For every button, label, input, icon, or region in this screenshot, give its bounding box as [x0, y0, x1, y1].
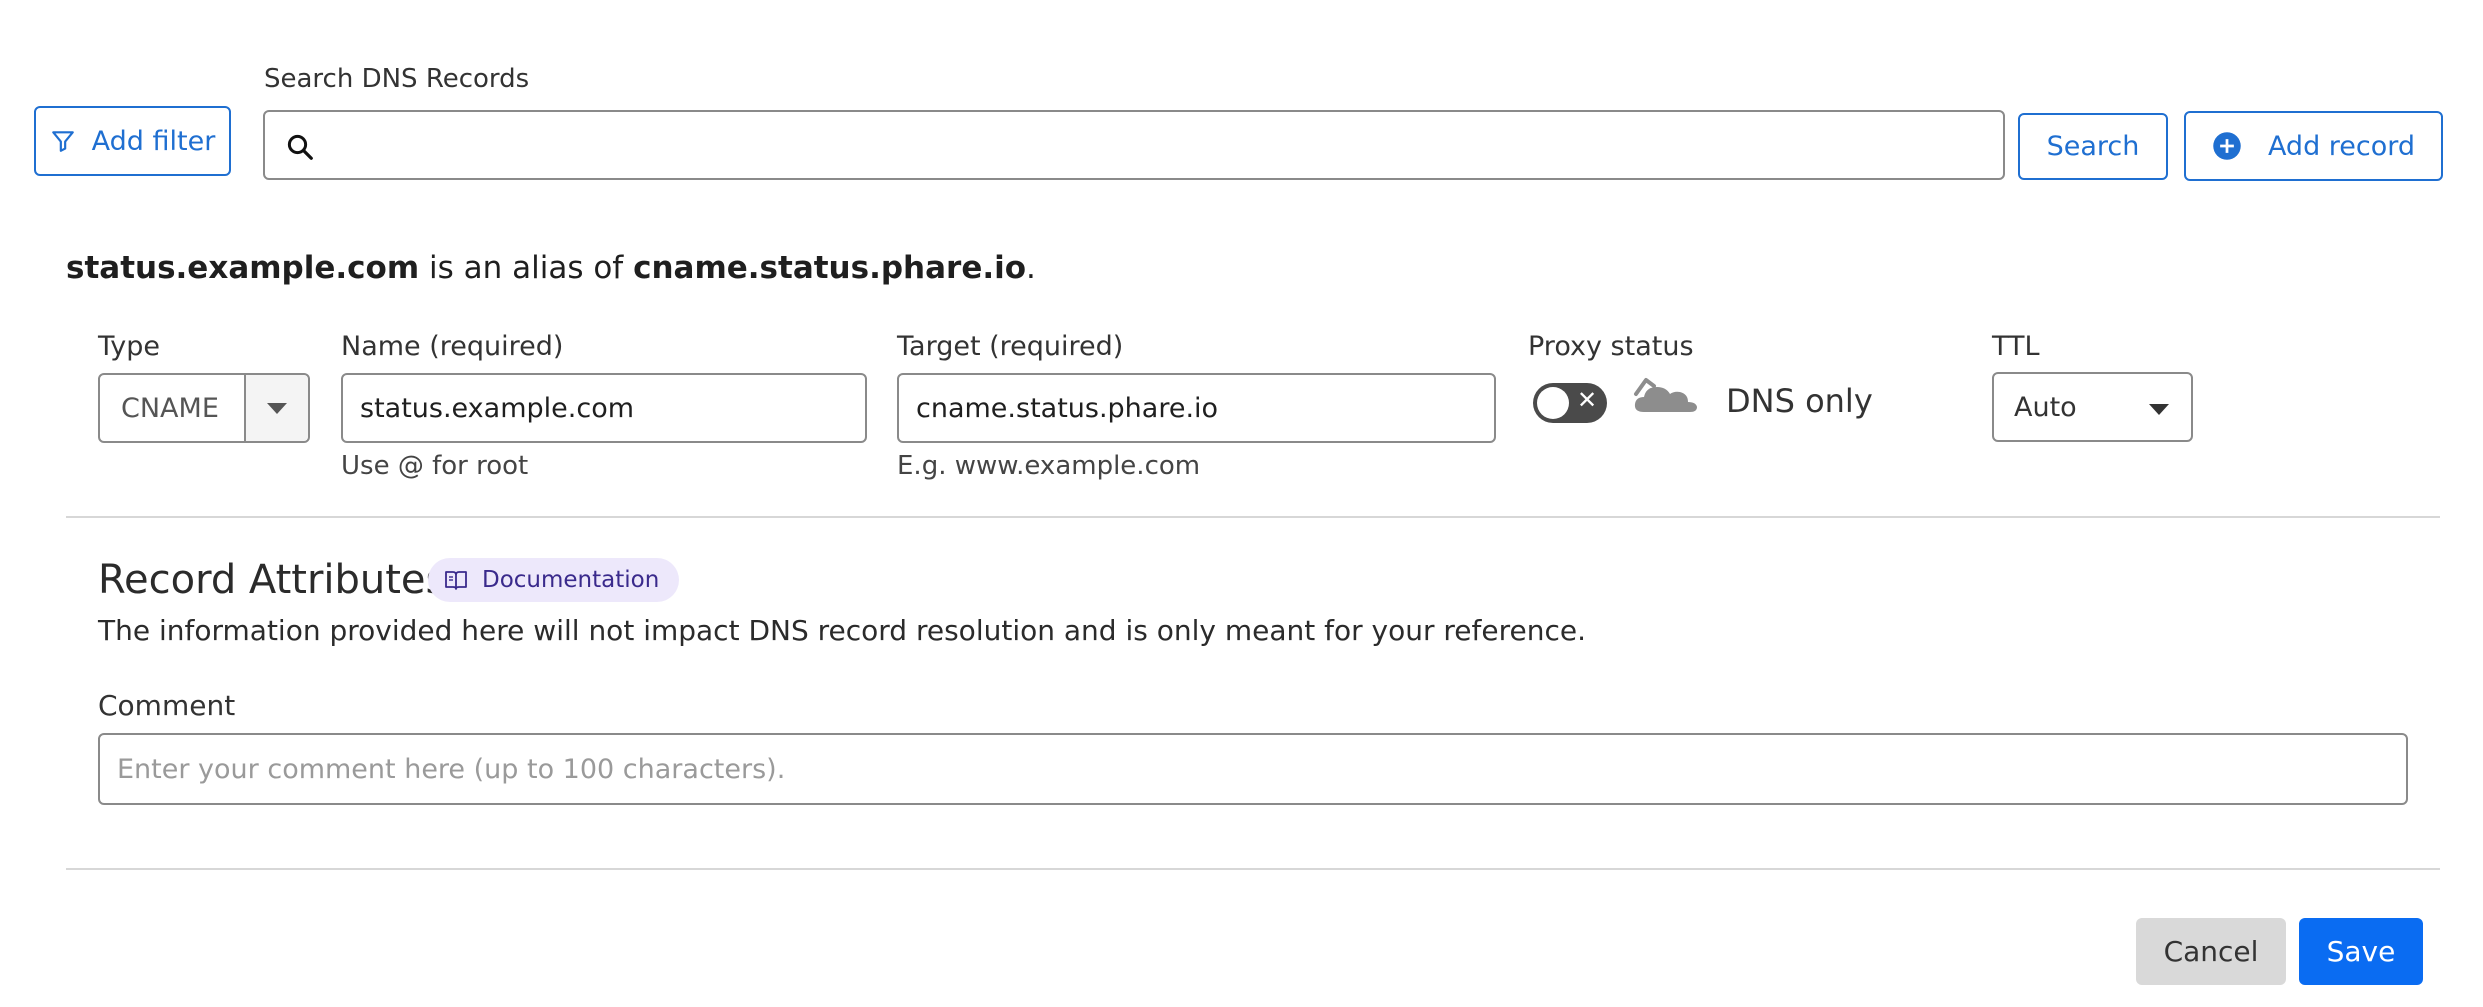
comment-label: Comment [98, 689, 236, 722]
target-hint: E.g. www.example.com [897, 451, 1201, 481]
target-field-wrapper[interactable] [897, 373, 1496, 443]
divider [66, 868, 2440, 870]
alias-end: . [1026, 250, 1036, 286]
filter-icon [51, 131, 74, 152]
documentation-label: Documentation [482, 567, 660, 593]
add-record-label: Add record [2267, 130, 2416, 162]
book-icon [445, 571, 467, 590]
section-title: Record Attributes [98, 557, 447, 603]
target-field[interactable] [899, 375, 1494, 441]
name-hint: Use @ for root [341, 451, 529, 481]
search-button[interactable]: Search [2018, 113, 2168, 180]
proxy-state-text: DNS only [1726, 382, 1873, 420]
divider [66, 516, 2440, 518]
alias-middle-text: is an alias of [419, 250, 634, 286]
save-button[interactable]: Save [2299, 918, 2423, 985]
search-button-label: Search [2046, 131, 2140, 162]
ttl-select[interactable]: Auto [1992, 372, 2193, 442]
alias-host: status.example.com [66, 250, 420, 286]
add-filter-button[interactable]: Add filter [34, 106, 231, 176]
search-input-wrapper[interactable] [263, 110, 2005, 180]
name-label: Name (required) [341, 331, 564, 362]
type-label: Type [98, 331, 161, 362]
search-input[interactable] [325, 112, 1995, 178]
alias-notice: status.example.com is an alias of cname.… [66, 250, 1036, 286]
search-label: Search DNS Records [264, 64, 530, 94]
name-field[interactable] [343, 375, 865, 441]
type-select[interactable]: CNAME [98, 373, 310, 443]
target-label: Target (required) [897, 331, 1124, 362]
close-icon: ✕ [1577, 386, 1598, 414]
ttl-select-value: Auto [2014, 391, 2077, 423]
chevron-down-icon [2149, 404, 2169, 415]
search-icon [287, 134, 313, 160]
save-button-label: Save [2326, 935, 2396, 968]
proxy-status-label: Proxy status [1528, 331, 1694, 362]
alias-target: cname.status.phare.io [633, 250, 1027, 286]
section-description: The information provided here will not i… [98, 614, 1586, 647]
type-select-value: CNAME [121, 392, 219, 424]
ttl-label: TTL [1992, 331, 2040, 362]
cancel-button-label: Cancel [2163, 935, 2259, 968]
add-record-button[interactable]: Add record [2184, 111, 2443, 181]
cloud-icon [1634, 378, 1697, 412]
comment-field-wrapper[interactable] [98, 733, 2408, 805]
proxy-toggle[interactable]: ✕ [1533, 383, 1607, 423]
cancel-button[interactable]: Cancel [2136, 918, 2286, 985]
add-filter-label: Add filter [91, 125, 216, 157]
name-field-wrapper[interactable] [341, 373, 867, 443]
comment-field[interactable] [100, 735, 2406, 803]
plus-circle-icon [2213, 132, 2241, 160]
chevron-down-icon [267, 402, 287, 414]
documentation-link[interactable]: Documentation [428, 558, 680, 602]
toggle-knob [1537, 387, 1569, 419]
type-dropdown-toggle[interactable] [244, 375, 308, 441]
